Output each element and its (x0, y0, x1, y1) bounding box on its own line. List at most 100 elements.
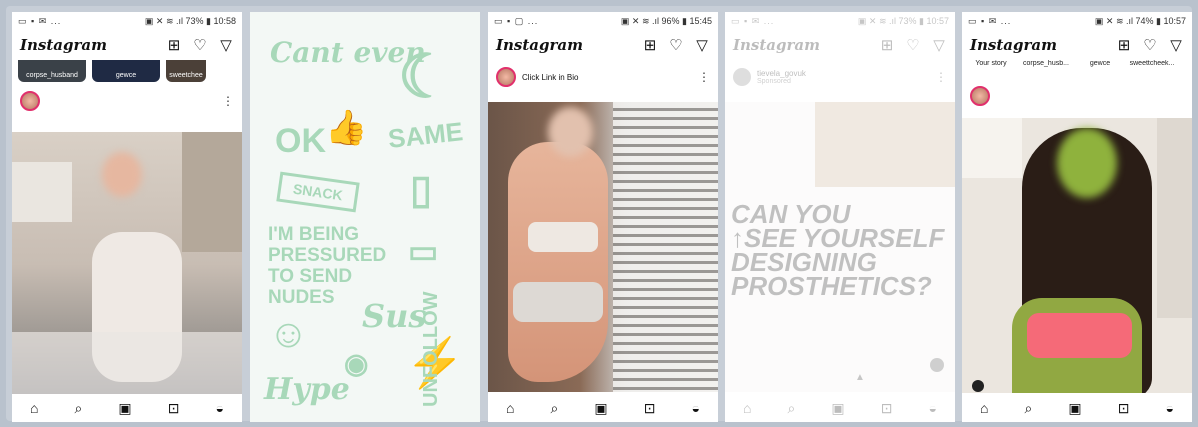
app-logo: Instagram (733, 36, 820, 54)
post-header (962, 82, 1192, 112)
post-image[interactable] (12, 132, 242, 397)
reels-icon[interactable]: ▣ (118, 400, 131, 417)
heart-icon[interactable]: ♡ (668, 37, 684, 54)
shop-icon[interactable]: ⊡ (168, 400, 180, 417)
home-icon[interactable]: ⌂ (30, 400, 38, 416)
search-icon[interactable]: ⌕ (1025, 400, 1033, 417)
sticker-snack: SNACK (276, 171, 360, 213)
profile-icon[interactable]: ◒ (691, 400, 699, 416)
phone-sticker-icon: ▯ (410, 168, 433, 212)
account-name[interactable]: tievela_govuk (757, 69, 806, 78)
new-post-icon[interactable]: ⊞ (642, 37, 658, 54)
story-item[interactable]: sweettcheek... (1124, 60, 1180, 67)
story-item[interactable]: Your story (968, 60, 1014, 67)
story-item[interactable]: corpse_husband (18, 60, 86, 82)
phone-screen-1: ▭ ▪ ✉ ... ▣ ✕ ≋ .ıl 73% ▮ 10:58 Instagra… (12, 12, 242, 422)
heart-icon[interactable]: ♡ (905, 37, 921, 54)
mute-icon[interactable] (930, 358, 944, 372)
battery-sticker-icon: ▭ (408, 233, 439, 269)
tagged-user-icon[interactable] (972, 380, 984, 392)
stories-row: Your story corpse_husb... gewce sweettch… (962, 60, 1192, 82)
home-icon[interactable]: ⌂ (980, 400, 988, 416)
story-item[interactable]: sweetchee (166, 60, 206, 82)
phone-screen-3: ▭ ▪ ▢ ... ▣ ✕ ≋ .ıl 96% ▮ 15:45 Instagra… (488, 12, 718, 422)
phone-screen-4: ▭ ▪ ✉ ... ▣ ✕ ≋ .ıl 73% ▮ 10:57 Instagra… (725, 12, 955, 422)
moon-sticker-icon: ☾ (398, 43, 452, 110)
more-options-icon[interactable]: ⋮ (698, 70, 710, 84)
emoji-sticker-icon: ☺ (268, 312, 309, 356)
profile-icon[interactable]: ◒ (928, 400, 936, 416)
avatar[interactable] (733, 68, 751, 86)
ad-image[interactable]: CAN YOU ↑SEE YOURSELF DESIGNING PROSTHET… (725, 102, 955, 392)
direct-message-icon[interactable]: ▽ (694, 37, 710, 54)
phone-screen-2: Cant even ☾ OK 👍 SAME SNACK ▯ I'M BEING … (250, 12, 480, 422)
more-options-icon[interactable]: ⋮ (935, 70, 947, 84)
heart-icon[interactable]: ♡ (192, 37, 208, 54)
status-bar: ▭ ▪ ✉ ... ▣ ✕ ≋ .ıl 73% ▮ 10:57 (725, 12, 955, 30)
new-post-icon[interactable]: ⊞ (166, 37, 182, 54)
story-item[interactable]: gewce (1078, 60, 1122, 67)
status-right: ▣ ✕ ≋ .ıl 96% ▮ 15:45 (620, 15, 712, 26)
post-header: tievela_govuk Sponsored ⋮ (725, 60, 955, 94)
bottom-nav: ⌂ ⌕ ▣ ⊡ ◒ (725, 394, 955, 422)
sticker-same: SAME (386, 116, 465, 154)
direct-message-icon[interactable]: ▽ (931, 37, 947, 54)
search-icon[interactable]: ⌕ (551, 400, 559, 417)
app-header: Instagram ⊞ ♡ ▽ (12, 30, 242, 60)
app-header: Instagram ⊞ ♡ ▽ (488, 30, 718, 60)
avatar[interactable] (20, 91, 40, 111)
home-icon[interactable]: ⌂ (743, 400, 751, 416)
reels-icon[interactable]: ▣ (594, 400, 607, 417)
status-bar: ▭ ▪ ✉ ... ▣ ✕ ≋ .ıl 73% ▮ 10:58 (12, 12, 242, 30)
avatar[interactable] (496, 67, 516, 87)
new-post-icon[interactable]: ⊞ (1116, 37, 1132, 54)
status-bar: ▭ ▪ ▢ ... ▣ ✕ ≋ .ıl 96% ▮ 15:45 (488, 12, 718, 30)
status-right: ▣ ✕ ≋ .ıl 74% ▮ 10:57 (1094, 15, 1186, 26)
home-icon[interactable]: ⌂ (506, 400, 514, 416)
sticker-unfollow: UNFOLLOW (420, 291, 442, 407)
direct-message-icon[interactable]: ▽ (218, 37, 234, 54)
sticker-pressured: I'M BEING PRESSURED TO SEND NUDES (268, 224, 387, 308)
phone-screen-5: ▭ ▪ ✉ ... ▣ ✕ ≋ .ıl 74% ▮ 10:57 Instagra… (962, 12, 1192, 422)
shop-icon[interactable]: ⊡ (881, 400, 893, 417)
avatar[interactable] (970, 86, 990, 106)
thumbs-up-icon: 👍 (325, 109, 368, 147)
search-icon[interactable]: ⌕ (788, 400, 796, 417)
post-image[interactable] (488, 102, 718, 392)
story-item[interactable]: gewce (92, 60, 160, 82)
status-left: ▭ ▪ ✉ ... (968, 15, 1012, 26)
shop-icon[interactable]: ⊡ (1118, 400, 1130, 417)
profile-icon[interactable]: ◒ (1165, 400, 1173, 416)
story-item[interactable]: corpse_husb... (1016, 60, 1076, 67)
status-bar: ▭ ▪ ✉ ... ▣ ✕ ≋ .ıl 74% ▮ 10:57 (962, 12, 1192, 30)
bottom-nav: ⌂ ⌕ ▣ ⊡ ◒ (962, 394, 1192, 422)
ad-text-line: PROSTHETICS? (731, 271, 932, 301)
reels-icon[interactable]: ▣ (1068, 400, 1081, 417)
sticker-sus: Sus (362, 297, 427, 335)
post-image[interactable] (962, 118, 1192, 393)
app-logo: Instagram (970, 36, 1057, 54)
sponsored-label: Sponsored (757, 78, 791, 85)
status-left: ▭ ▪ ✉ ... (18, 15, 62, 26)
chevron-up-icon[interactable]: ▲ (855, 372, 865, 383)
status-right: ▣ ✕ ≋ .ıl 73% ▮ 10:57 (857, 15, 949, 26)
status-left: ▭ ▪ ✉ ... (731, 15, 775, 26)
more-options-icon[interactable]: ⋮ (222, 94, 234, 108)
app-header: Instagram ⊞ ♡ ▽ (725, 30, 955, 60)
post-header: Click Link in Bio ⋮ (488, 60, 718, 94)
shop-icon[interactable]: ⊡ (644, 400, 656, 417)
app-logo: Instagram (496, 36, 583, 54)
direct-message-icon[interactable]: ▽ (1168, 37, 1184, 54)
new-post-icon[interactable]: ⊞ (879, 37, 895, 54)
heart-icon[interactable]: ♡ (1142, 37, 1158, 54)
post-caption[interactable]: Click Link in Bio (522, 73, 578, 82)
stories-row: corpse_husband gewce sweetchee (12, 60, 242, 82)
sticker-ok: OK (275, 122, 326, 160)
app-logo: Instagram (20, 36, 107, 54)
bottom-nav: ⌂ ⌕ ▣ ⊡ ◒ (488, 394, 718, 422)
profile-icon[interactable]: ◒ (215, 400, 223, 416)
app-header: Instagram ⊞ ♡ ▽ (962, 30, 1192, 60)
reels-icon[interactable]: ▣ (831, 400, 844, 417)
sticker-hype: Hype (264, 372, 350, 407)
search-icon[interactable]: ⌕ (75, 400, 83, 417)
